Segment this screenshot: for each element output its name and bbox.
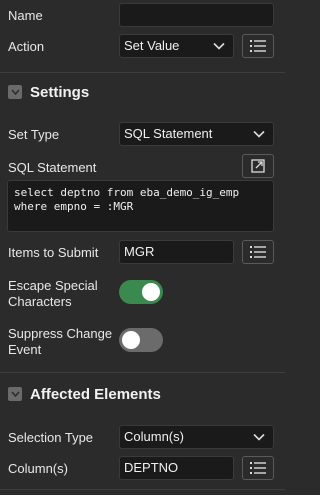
columns-label: Column(s) [8,461,68,476]
set-type-label: Set Type [8,127,60,142]
chevron-down-icon [213,35,225,57]
settings-section-header[interactable]: Settings [0,72,285,112]
set-type-value: SQL Statement [124,126,213,141]
name-input[interactable] [119,3,274,27]
sql-statement-label: SQL Statement [8,160,97,175]
list-of-values-button[interactable] [242,34,274,58]
affected-elements-title: Affected Elements [30,386,161,403]
items-to-submit-input[interactable]: MGR [119,240,234,264]
set-type-select[interactable]: SQL Statement [119,122,274,146]
collapse-chevron-icon[interactable] [8,387,22,401]
selection-type-value: Column(s) [124,429,184,444]
list-icon [250,40,266,52]
items-to-submit-label: Items to Submit [8,245,99,260]
escape-special-label-1: Escape Special [8,278,98,293]
selection-type-label: Selection Type [8,430,94,445]
chevron-down-icon [253,123,265,145]
selection-type-select[interactable]: Column(s) [119,425,274,449]
toggle-knob [122,331,140,349]
suppress-change-label-2: Event [8,342,42,357]
escape-special-toggle[interactable] [119,280,163,304]
sql-statement-editor[interactable]: select deptno from eba_demo_ig_emp where… [7,180,274,232]
settings-title: Settings [30,84,90,101]
name-label: Name [8,8,43,23]
action-label: Action [8,39,45,54]
divider [0,489,285,490]
chevron-down-icon [253,426,265,448]
collapse-chevron-icon[interactable] [8,85,22,99]
toggle-knob [142,283,160,301]
columns-input[interactable]: DEPTNO [119,456,234,480]
list-icon [250,246,266,258]
escape-special-label-2: Characters [8,294,72,309]
action-select[interactable]: Set Value [119,34,234,58]
expand-icon [251,159,265,173]
list-of-values-button[interactable] [242,240,274,264]
affected-elements-section-header[interactable]: Affected Elements [0,372,285,414]
open-code-editor-button[interactable] [242,154,274,178]
suppress-change-toggle[interactable] [119,328,163,352]
action-select-value: Set Value [124,38,180,53]
list-of-values-button[interactable] [242,456,274,480]
list-icon [250,462,266,474]
suppress-change-label-1: Suppress Change [8,326,113,341]
